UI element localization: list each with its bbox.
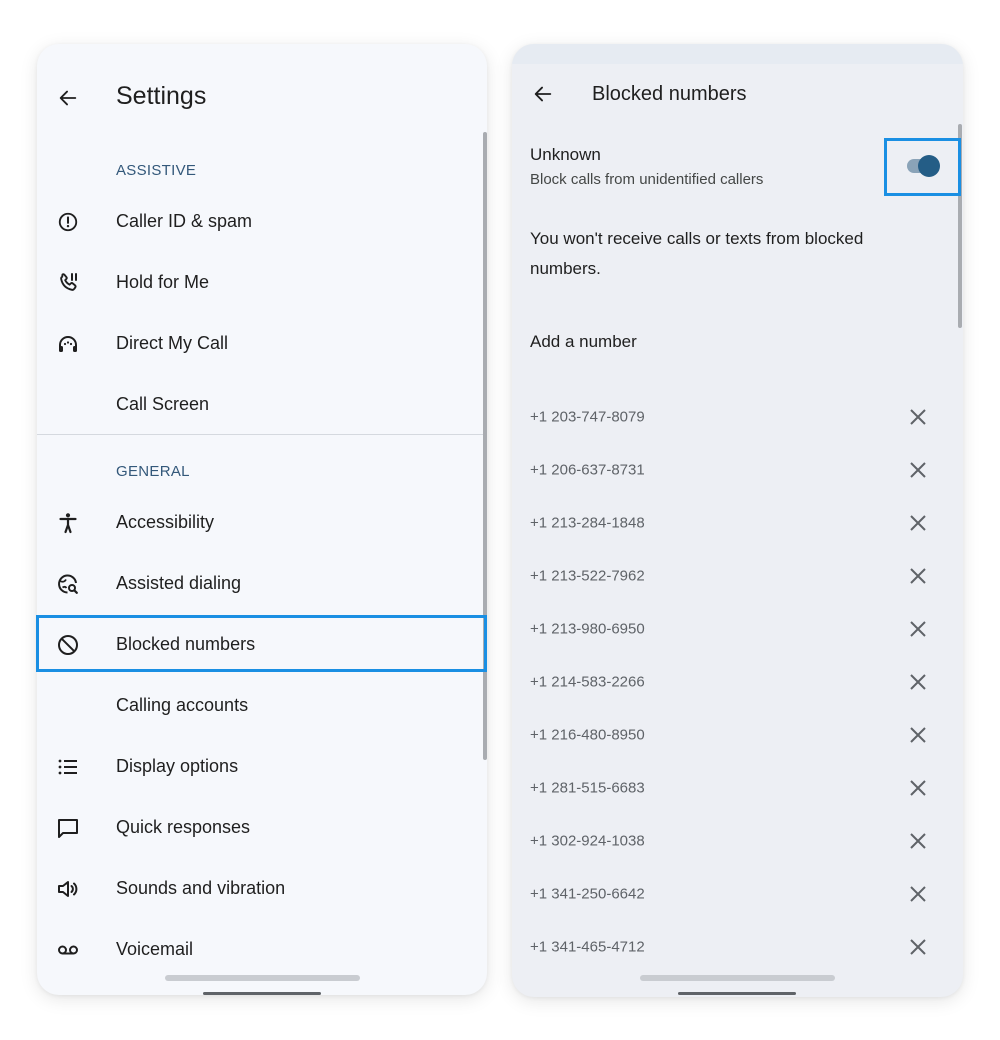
settings-item-direct-my-call[interactable]: Direct My Call (37, 313, 484, 374)
settings-item-assisted-dialing[interactable]: Assisted dialing (37, 553, 484, 614)
settings-item-label: Hold for Me (116, 272, 210, 292)
status-strip (512, 44, 963, 64)
settings-item-label: Calling accounts (116, 695, 249, 715)
blocked-number: +1 214-583-2266 (530, 673, 645, 690)
blocked-number: +1 281-515-6683 (530, 779, 645, 796)
blocked-number: +1 203-747-8079 (530, 408, 645, 425)
settings-item-label: Caller ID & spam (116, 211, 253, 231)
settings-screen: Settings ASSISTIVE Caller ID & spam Hold… (37, 44, 487, 995)
gesture-bar[interactable] (203, 992, 321, 995)
blocked-number: +1 341-465-4712 (530, 938, 645, 955)
close-icon[interactable] (905, 934, 931, 960)
scrollbar[interactable] (483, 132, 487, 760)
bottom-sheet-handle (165, 975, 360, 981)
close-icon[interactable] (905, 828, 931, 854)
close-icon[interactable] (905, 404, 931, 430)
settings-item-blocked-numbers[interactable]: Blocked numbers (37, 614, 484, 675)
arrow-back-icon (59, 90, 77, 106)
settings-item-label: Assisted dialing (116, 573, 242, 593)
blocked-number: +1 213-522-7962 (530, 567, 645, 584)
unknown-setting-subtitle: Block calls from unidentified callers (530, 171, 764, 188)
voicemail-icon (55, 937, 81, 963)
settings-item-label: Voicemail (116, 939, 194, 959)
close-icon[interactable] (905, 457, 931, 483)
message-icon (55, 815, 81, 841)
settings-item-label: Blocked numbers (116, 634, 256, 654)
blocked-number-row: +1 213-522-7962 (512, 549, 952, 602)
settings-item-label: Quick responses (116, 817, 251, 837)
settings-item-voicemail[interactable]: Voicemail (37, 919, 484, 980)
close-icon[interactable] (905, 775, 931, 801)
settings-item-hold-for-me[interactable]: Hold for Me (37, 252, 484, 313)
blocked-number: +1 213-284-1848 (530, 514, 645, 531)
blocked-number-row: +1 214-583-2266 (512, 655, 952, 708)
block-icon (55, 632, 81, 658)
blocked-number-row: +1 203-747-8079 (512, 390, 952, 443)
settings-item-display-options[interactable]: Display options (37, 736, 484, 797)
page-title: Blocked numbers (592, 83, 747, 105)
settings-item-label: Sounds and vibration (116, 878, 286, 898)
back-button[interactable] (52, 82, 84, 114)
section-divider (37, 434, 484, 435)
blocked-number: +1 302-924-1038 (530, 832, 645, 849)
close-icon[interactable] (905, 616, 931, 642)
section-label-assistive: ASSISTIVE (116, 162, 197, 179)
accessibility-icon (55, 510, 81, 536)
settings-item-label: Accessibility (116, 512, 215, 532)
arrow-back-icon (534, 86, 552, 102)
blocked-number-row: +1 213-980-6950 (512, 602, 952, 655)
blocked-number: +1 206-637-8731 (530, 461, 645, 478)
page-title: Settings (116, 82, 207, 110)
blocked-number-row: +1 206-637-8731 (512, 443, 952, 496)
blocked-number-row: +1 341-465-4712 (512, 920, 952, 973)
toggle-thumb (918, 155, 940, 177)
settings-item-call-screen[interactable]: Call Screen (37, 374, 484, 435)
gesture-bar[interactable] (678, 992, 796, 995)
blocked-number-row: +1 281-515-6683 (512, 761, 952, 814)
phone-pause-icon (55, 270, 81, 296)
settings-item-calling-accounts[interactable]: Calling accounts (37, 675, 484, 736)
settings-item-sounds-and-vibration[interactable]: Sounds and vibration (37, 858, 484, 919)
blocked-number-row: +1 213-284-1848 (512, 496, 952, 549)
unknown-callers-toggle[interactable] (905, 154, 941, 178)
settings-item-accessibility[interactable]: Accessibility (37, 492, 484, 553)
settings-item-quick-responses[interactable]: Quick responses (37, 797, 484, 858)
blocked-number: +1 216-480-8950 (530, 726, 645, 743)
settings-item-label: Direct My Call (116, 333, 229, 353)
close-icon[interactable] (905, 881, 931, 907)
globe-search-icon (55, 571, 81, 597)
close-icon[interactable] (905, 510, 931, 536)
settings-item-label: Display options (116, 756, 239, 776)
close-icon[interactable] (905, 722, 931, 748)
blocked-number-row: +1 216-480-8950 (512, 708, 952, 761)
scrollbar[interactable] (958, 124, 962, 328)
add-number-button[interactable]: Add a number (530, 332, 637, 352)
section-label-general: GENERAL (116, 463, 190, 480)
close-icon[interactable] (905, 563, 931, 589)
back-button[interactable] (527, 78, 559, 110)
settings-item-label: Call Screen (116, 394, 210, 414)
blocked-number: +1 213-980-6950 (530, 620, 645, 637)
close-icon[interactable] (905, 669, 931, 695)
settings-item-caller-id-spam[interactable]: Caller ID & spam (37, 191, 484, 252)
alert-circle-icon (55, 209, 81, 235)
blocked-number: +1 341-250-6642 (530, 885, 645, 902)
volume-icon (55, 876, 81, 902)
headset-icon (55, 331, 81, 357)
list-icon (55, 754, 81, 780)
blocked-info-text: You won't receive calls or texts from bl… (530, 229, 864, 278)
blocked-numbers-screen: Blocked numbers Unknown Block calls from… (512, 44, 963, 997)
bottom-sheet-handle (640, 975, 835, 981)
blocked-number-row: +1 302-924-1038 (512, 814, 952, 867)
unknown-setting-title: Unknown (530, 145, 601, 164)
blocked-number-row: +1 341-250-6642 (512, 867, 952, 920)
